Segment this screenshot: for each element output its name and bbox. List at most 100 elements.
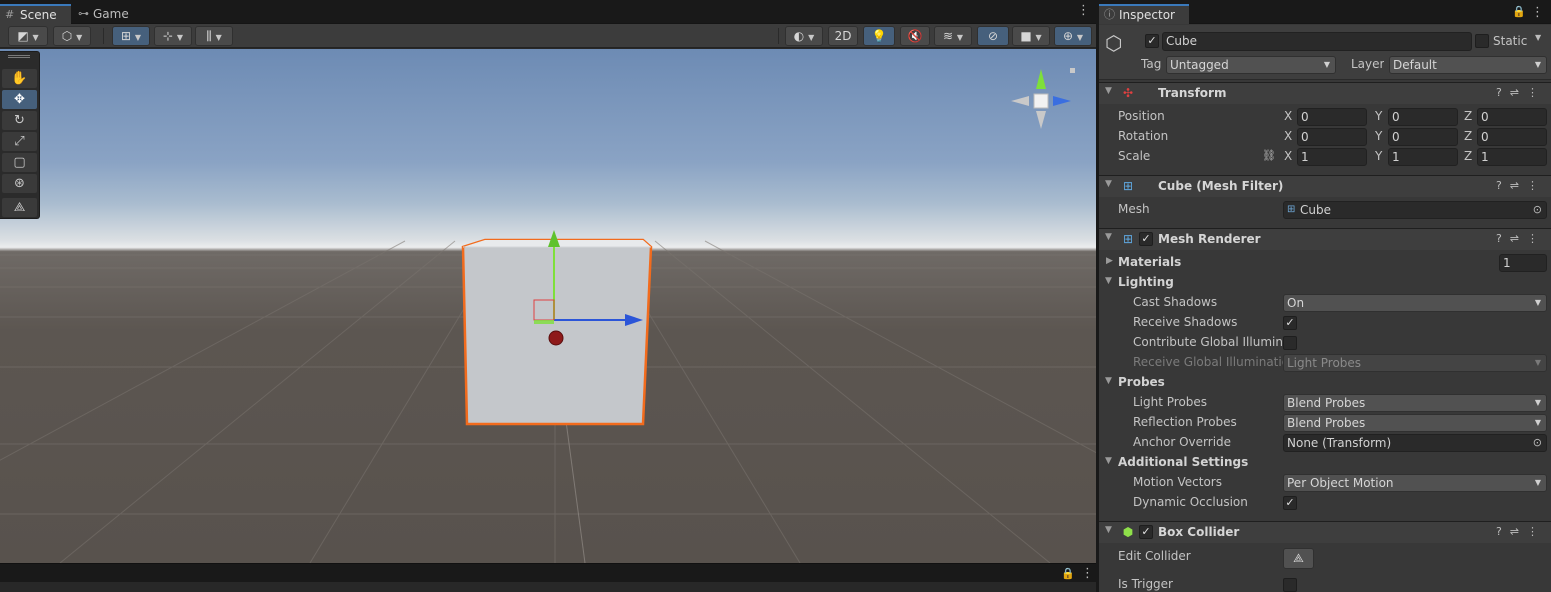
tab-game[interactable]: ⊶ Game (73, 4, 137, 24)
chevron-down-icon: ▼ (1534, 60, 1541, 69)
drag-handle[interactable] (8, 55, 30, 58)
grid-snap-button[interactable]: ⊞ ▼ (112, 26, 150, 46)
move-gizmo[interactable] (525, 227, 655, 352)
component-header-icons: ?⇌⋮ (1496, 232, 1546, 245)
panel-menu-icon[interactable]: ⋮ (1081, 566, 1094, 581)
edit-collider-button[interactable]: ⟁ (1283, 548, 1314, 569)
position-y-input[interactable]: 0 (1388, 108, 1458, 126)
component-menu-icon[interactable]: ⋮ (1527, 86, 1546, 99)
scale-z-input[interactable]: 1 (1477, 148, 1547, 166)
light-probes-dropdown[interactable]: Blend Probes ▼ (1283, 394, 1547, 412)
receive-shadows-checkbox[interactable]: ✓ (1283, 316, 1297, 330)
materials-count-input[interactable]: 1 (1499, 254, 1547, 272)
transform-tool-button[interactable]: ⊛ (2, 174, 37, 193)
rotation-row: Rotation X 0 Y 0 Z 0 (1099, 127, 1551, 147)
scene-visibility-button[interactable]: ⊘ (977, 26, 1009, 46)
position-z-input[interactable]: 0 (1477, 108, 1547, 126)
mesh-filter-header[interactable]: ▼ ⊞ Cube (Mesh Filter) ?⇌⋮ (1099, 175, 1551, 197)
tab-inspector[interactable]: ⓘ Inspector (1099, 4, 1189, 24)
orientation-gizmo[interactable] (1005, 61, 1090, 161)
cast-shadows-dropdown[interactable]: On ▼ (1283, 294, 1547, 312)
draw-mode-button[interactable]: ◩ ▼ (8, 26, 48, 46)
move-tool-button[interactable]: ✥ (2, 90, 37, 109)
motion-vectors-dropdown[interactable]: Per Object Motion ▼ (1283, 474, 1547, 492)
scale-tool-button[interactable]: ⤢ (2, 132, 37, 151)
reflection-probes-dropdown[interactable]: Blend Probes ▼ (1283, 414, 1547, 432)
object-picker-icon[interactable]: ⊙ (1533, 202, 1542, 218)
chevron-down-icon[interactable]: ▼ (1105, 376, 1112, 386)
probes-row[interactable]: ▼ Probes (1099, 373, 1551, 393)
lighting-toggle-button[interactable]: 💡 (863, 26, 895, 46)
preset-icon[interactable]: ⇌ (1510, 86, 1527, 99)
box-collider-enabled-checkbox[interactable]: ✓ (1139, 525, 1153, 539)
rotation-x-input[interactable]: 0 (1297, 128, 1367, 146)
layer-dropdown[interactable]: Default ▼ (1389, 56, 1547, 74)
anchor-override-field[interactable]: None (Transform) ⊙ (1283, 434, 1547, 452)
rotate-tool-button[interactable]: ↻ (2, 111, 37, 130)
gameobject-cube-icon[interactable]: ⬡ (1105, 31, 1122, 55)
scale-y-input[interactable]: 1 (1388, 148, 1458, 166)
constrain-proportions-icon[interactable]: ⛓ (1262, 149, 1276, 162)
component-menu-icon[interactable]: ⋮ (1527, 525, 1546, 538)
gizmos-button[interactable]: ⊕ ▼ (1054, 26, 1092, 46)
reflection-probes-label: Reflection Probes (1133, 415, 1237, 429)
effects-button[interactable]: ≋ ▼ (934, 26, 972, 46)
lighting-row[interactable]: ▼ Lighting (1099, 273, 1551, 293)
additional-settings-row[interactable]: ▼ Additional Settings (1099, 453, 1551, 473)
preset-icon[interactable]: ⇌ (1510, 179, 1527, 192)
position-x-input[interactable]: 0 (1297, 108, 1367, 126)
mesh-object-field[interactable]: ⊞ Cube ⊙ (1283, 201, 1547, 219)
scene-menu-icon[interactable]: ⋮ (1077, 4, 1090, 17)
camera-button[interactable]: ■ ▼ (1012, 26, 1050, 46)
help-icon[interactable]: ? (1496, 232, 1510, 245)
component-menu-icon[interactable]: ⋮ (1527, 232, 1546, 245)
tag-label: Tag (1141, 57, 1162, 71)
tab-scene[interactable]: # Scene (0, 4, 71, 24)
is-trigger-checkbox[interactable] (1283, 578, 1297, 592)
mesh-renderer-header[interactable]: ▼ ⊞ ✓ Mesh Renderer ?⇌⋮ (1099, 228, 1551, 250)
rect-tool-button[interactable]: ▢ (2, 153, 37, 172)
lock-icon[interactable]: 🔒 (1061, 567, 1075, 580)
ruler-snap-button[interactable]: ⫼ ▼ (195, 26, 233, 46)
dynamic-occlusion-checkbox[interactable]: ✓ (1283, 496, 1297, 510)
mode-2d-button[interactable]: 2D (828, 26, 858, 46)
contribute-gi-checkbox[interactable] (1283, 336, 1297, 350)
lock-icon[interactable]: 🔒 (1512, 5, 1526, 18)
help-icon[interactable]: ? (1496, 179, 1510, 192)
inspector-menu-icon[interactable]: ⋮ (1531, 5, 1544, 20)
tag-dropdown[interactable]: Untagged ▼ (1166, 56, 1336, 74)
custom-tool-button[interactable]: ⟁ (2, 198, 37, 217)
rotation-y-input[interactable]: 0 (1388, 128, 1458, 146)
chevron-down-icon[interactable]: ▼ (1535, 33, 1541, 42)
bottom-panel-strip: 🔒 ⋮ (0, 563, 1096, 592)
motion-vectors-label: Motion Vectors (1133, 475, 1222, 489)
object-header: ⬡ ✓ Cube Static ▼ Tag Untagged ▼ Layer De… (1099, 25, 1551, 80)
preset-icon[interactable]: ⇌ (1510, 525, 1527, 538)
object-name-input[interactable]: Cube (1162, 32, 1472, 51)
chevron-right-icon[interactable]: ▶ (1106, 256, 1113, 266)
shading-button[interactable]: ◐ ▼ (785, 26, 823, 46)
component-menu-icon[interactable]: ⋮ (1527, 179, 1546, 192)
transform-header[interactable]: ▼ ✣ Transform ?⇌⋮ (1099, 82, 1551, 104)
active-checkbox[interactable]: ✓ (1145, 34, 1159, 48)
render-mode-button[interactable]: ⬡ ▼ (53, 26, 91, 46)
chevron-down-icon[interactable]: ▼ (1105, 456, 1112, 466)
box-collider-header[interactable]: ▼ ⬢ ✓ Box Collider ?⇌⋮ (1099, 521, 1551, 543)
preset-icon[interactable]: ⇌ (1510, 232, 1527, 245)
hand-tool-button[interactable]: ✋ (2, 69, 37, 88)
static-checkbox[interactable] (1475, 34, 1489, 48)
object-picker-icon[interactable]: ⊙ (1533, 435, 1542, 451)
help-icon[interactable]: ? (1496, 86, 1510, 99)
scale-x-input[interactable]: 1 (1297, 148, 1367, 166)
rotation-z-input[interactable]: 0 (1477, 128, 1547, 146)
scene-viewport[interactable]: ✋ ✥ ↻ ⤢ ▢ ⊛ ⟁ (0, 49, 1096, 563)
audio-toggle-button[interactable]: 🔇 (900, 26, 930, 46)
chevron-down-icon: ▼ (215, 33, 222, 42)
mesh-renderer-enabled-checkbox[interactable]: ✓ (1139, 232, 1153, 246)
materials-row[interactable]: ▶ Materials 1 (1099, 253, 1551, 273)
chevron-down-icon: ▼ (134, 33, 142, 42)
chevron-down-icon[interactable]: ▼ (1105, 276, 1112, 286)
scene-toolbar: ◩ ▼ ⬡ ▼ ⊞ ▼ ⊹ ▼ ⫼ ▼ ◐ ▼ 2D 💡 🔇 ≋ ▼ ⊘ ■ ▼… (0, 24, 1096, 48)
increment-snap-button[interactable]: ⊹ ▼ (154, 26, 192, 46)
help-icon[interactable]: ? (1496, 525, 1510, 538)
